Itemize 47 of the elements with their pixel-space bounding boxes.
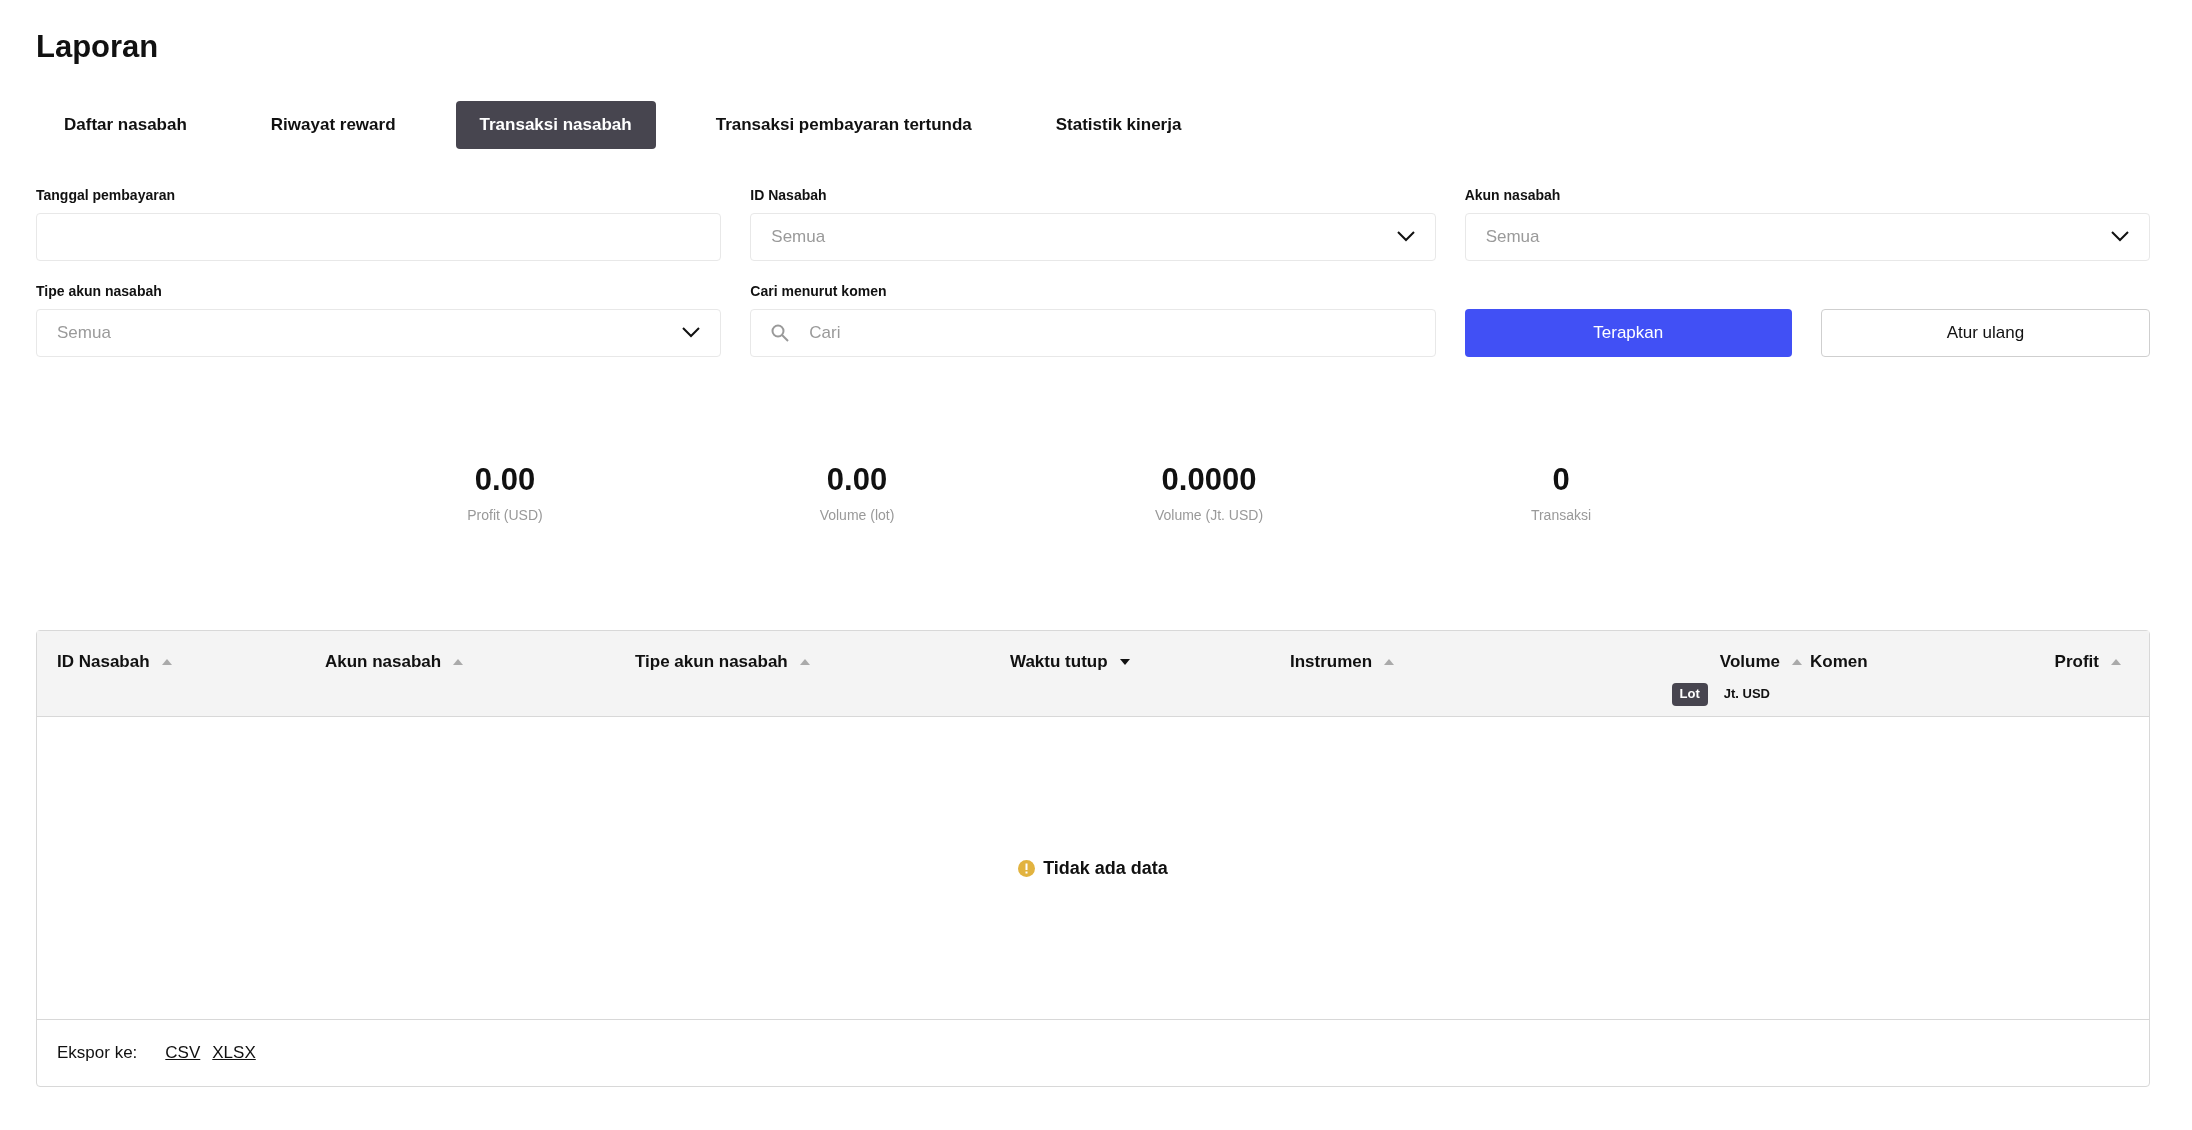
field-label: Tipe akun nasabah (36, 281, 163, 301)
export-link[interactable]: XLSX (212, 1040, 256, 1066)
column-header[interactable]: Akun nasabah (325, 649, 442, 675)
column-header[interactable]: Waktu tutup (1010, 649, 1108, 675)
search-icon (771, 323, 790, 342)
column-header[interactable]: Volume (1719, 649, 1780, 675)
export-link[interactable]: CSV (165, 1040, 201, 1066)
warning-icon (1018, 859, 1036, 877)
field-label: ID Nasabah (750, 185, 828, 205)
field-label: Cari menurut komen (750, 281, 888, 301)
chevron-down-icon (1396, 231, 1415, 242)
sort-up-icon[interactable] (1792, 658, 1802, 665)
stat-value: 0.0000 (1161, 460, 1257, 499)
page-title: Laporan (36, 28, 160, 66)
tab[interactable]: Daftar nasabah (40, 100, 211, 149)
column-header[interactable]: Tipe akun nasabah (635, 649, 788, 675)
stat-label: Volume (lot) (819, 506, 895, 525)
stat-label: Volume (Jt. USD) (1154, 506, 1264, 525)
tab[interactable]: Statistik kinerja (1031, 100, 1206, 149)
sort-up-icon[interactable] (799, 658, 810, 665)
stat-value: 0.00 (826, 460, 888, 499)
stat-value: 0 (1552, 460, 1570, 499)
sort-down-icon[interactable] (1119, 658, 1130, 665)
column-header[interactable]: Profit (2054, 649, 2099, 675)
stat-value: 0.00 (474, 460, 536, 499)
sort-up-icon[interactable] (1384, 658, 1395, 665)
sort-up-icon[interactable] (453, 658, 464, 665)
tab[interactable]: Riwayat reward (246, 100, 420, 149)
stat-label: Transaksi (1530, 506, 1592, 525)
empty-message: Tidak ada data (1043, 856, 1168, 880)
column-header[interactable]: Komen (1810, 649, 1868, 675)
sort-up-icon[interactable] (161, 658, 172, 665)
chevron-down-icon (682, 327, 701, 338)
unit-toggle[interactable]: Lot (1671, 682, 1708, 706)
tab[interactable]: Transaksi pembayaran tertunda (691, 100, 996, 149)
chevron-down-icon (2111, 231, 2129, 242)
sort-up-icon[interactable] (2111, 658, 2121, 665)
column-header[interactable]: ID Nasabah (57, 649, 150, 675)
field-label: Tanggal pembayaran (36, 185, 176, 205)
apply-button[interactable]: Terapkan (1464, 308, 1792, 357)
field-label: Akun nasabah (1464, 185, 1562, 205)
tab[interactable]: Transaksi nasabah (455, 100, 656, 149)
column-header[interactable]: Instrumen (1290, 649, 1373, 675)
unit-toggle[interactable]: Jt. USD (1715, 682, 1778, 706)
stat-label: Profit (USD) (467, 506, 543, 525)
export-label: Ekspor ke: (57, 1042, 138, 1065)
reset-button[interactable]: Atur ulang (1820, 308, 2150, 357)
